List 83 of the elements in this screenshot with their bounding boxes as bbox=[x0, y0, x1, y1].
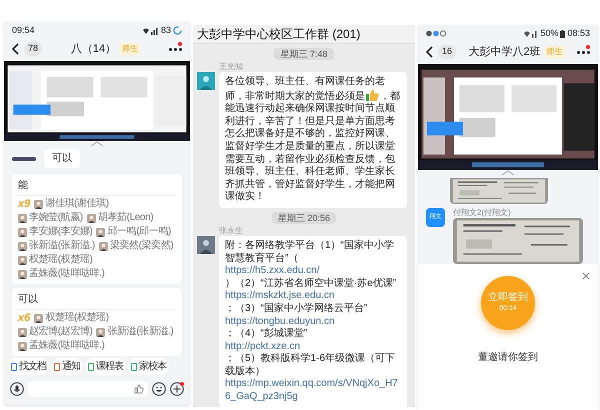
role-tag: 师生 bbox=[544, 46, 565, 58]
voter-name: 权楚瑶(权楚瑶) bbox=[29, 254, 92, 266]
voter-name: 胡孝茹(Leon) bbox=[98, 212, 154, 224]
action-icon bbox=[88, 362, 94, 370]
sender-name: 张永生 bbox=[219, 226, 244, 236]
avatar-image bbox=[197, 72, 215, 90]
message-text: ；（5）教科版科学1-6年级微课（可下载版本） bbox=[225, 353, 396, 378]
avatar-icon bbox=[98, 242, 108, 250]
back-icon[interactable] bbox=[12, 43, 20, 55]
battery-level: 50% bbox=[540, 26, 558, 40]
role-tag: 师生 bbox=[120, 43, 140, 55]
voter-name: 谢佳琪(谢佳琪) bbox=[45, 198, 109, 210]
add-icon[interactable] bbox=[170, 382, 184, 396]
avatar-icon bbox=[18, 256, 27, 264]
voter-name: 赵宏博(赵宏博) bbox=[29, 326, 92, 338]
link[interactable]: https://mskzkt.jse.edu.cn bbox=[225, 290, 401, 303]
voter-name: 权楚瑶(权楚瑶) bbox=[45, 312, 109, 324]
quick-action-button[interactable]: 课程表 bbox=[85, 358, 126, 375]
signal-icon bbox=[142, 26, 159, 34]
unread-count: 16 bbox=[438, 45, 456, 59]
status-time: 08:53 bbox=[567, 26, 590, 40]
back-icon[interactable] bbox=[426, 46, 434, 58]
unread-count: 78 bbox=[24, 42, 42, 56]
timestamp: 星期三 7:48 bbox=[274, 48, 334, 60]
voter-name: 梁奕然(梁奕然) bbox=[110, 240, 174, 252]
link[interactable]: http://pckt.xze.cn bbox=[225, 340, 401, 354]
avatar-image bbox=[197, 236, 215, 254]
message-text: 各位领导、班主任、有网课任务的老师，非常时期大家的觉悟必须是 ，都能迅速行动起来确保网课按时间节点顺利进行，辛苦了！但是只是单方面思考怎么把课备好是不够的，监控好网课、监督好学生才是质量的重点，所以课堂需要互动，若留作业必须检查反馈，包班领导、班主任、科任老师、学生家长齐抓共管，管好监督好学生，才能把网课做实！ bbox=[225, 76, 401, 204]
voter-name: 邱一鸣(邱一鸣) bbox=[107, 226, 171, 238]
poll-option: 能 bbox=[18, 178, 176, 196]
battery-level: 83 bbox=[160, 24, 171, 37]
message-text: ）（2）“江苏省名师空中课堂·苏e优课” bbox=[225, 278, 398, 290]
invite-text: 董邀请你签到 bbox=[478, 350, 538, 365]
app-icons bbox=[426, 30, 448, 37]
quick-action-button[interactable]: 通知 bbox=[51, 358, 83, 375]
loading-icon bbox=[173, 26, 182, 35]
action-icon bbox=[131, 362, 137, 370]
voter-name: 孟姝薇(哒咩哒咩.) bbox=[29, 268, 104, 280]
emoji-icon[interactable] bbox=[152, 382, 166, 396]
chat-title: 大彭中学八2班 bbox=[468, 44, 541, 60]
avatar-icon bbox=[18, 270, 27, 278]
message-text: 附：各网络教学平台（1）“国家中小学智慧教育平台”（ bbox=[225, 240, 395, 266]
chat-title: 八（14） bbox=[70, 42, 116, 57]
voter-name: 张新溢(张新溢.) bbox=[29, 240, 95, 252]
sender-name: 付翔文2(付翔文) bbox=[453, 208, 512, 218]
avatar-icon bbox=[18, 228, 27, 236]
avatar-icon bbox=[86, 214, 96, 222]
group-title: 大彭中学中心校区工作群 (201) bbox=[197, 26, 360, 43]
avatar-icon bbox=[96, 328, 106, 336]
timestamp: 星期三 20:56 bbox=[272, 212, 336, 224]
avatar-icon bbox=[18, 214, 27, 222]
vote-count: x9 bbox=[18, 198, 30, 210]
link[interactable]: https://tongbu.eduyun.cn bbox=[225, 316, 401, 328]
action-icon bbox=[11, 362, 17, 370]
voter-name: 孟姝薇(哒咩哒咩.) bbox=[29, 340, 104, 352]
microphone-icon[interactable] bbox=[10, 382, 24, 396]
voter-name: 张新溢(张新溢.) bbox=[107, 326, 174, 338]
status-time: 09:54 bbox=[12, 24, 35, 37]
message-input[interactable] bbox=[28, 381, 148, 397]
battery-icon bbox=[560, 30, 566, 38]
avatar-icon bbox=[34, 314, 44, 322]
link[interactable]: https://mp.weixin.qq.com/s/VNqjXo_H76_GaQ_pz3nj5g bbox=[225, 378, 401, 404]
voter-name: 李安娜(李安娜) bbox=[29, 226, 92, 238]
message-text: ；（3）“国家中小学网络云平台” bbox=[225, 302, 368, 316]
avatar-icon bbox=[18, 242, 27, 250]
avatar-icon bbox=[96, 228, 106, 236]
message-text: ；（4）“彭城课堂” bbox=[225, 328, 308, 341]
quick-action-button[interactable]: 家校本 bbox=[128, 358, 169, 375]
link[interactable]: https://h5.zxx.edu.cn/ bbox=[225, 265, 401, 278]
message-bubble: 可以 bbox=[44, 149, 80, 168]
quick-action-button[interactable]: 找文档 bbox=[8, 358, 49, 375]
thumbs-up-icon bbox=[366, 88, 379, 101]
avatar-icon bbox=[34, 200, 44, 208]
avatar-icon bbox=[18, 328, 27, 336]
close-icon[interactable] bbox=[582, 272, 590, 280]
avatar-icon bbox=[18, 342, 27, 350]
signal-icon bbox=[524, 30, 538, 38]
sender-name: 王光知 bbox=[219, 62, 244, 72]
action-icon bbox=[54, 362, 60, 370]
vote-count: x6 bbox=[18, 312, 30, 324]
poll-option: 可以 bbox=[18, 292, 176, 310]
voter-name: 李婉莹(航嬴) bbox=[29, 212, 83, 224]
thumbs-up-icon[interactable] bbox=[134, 384, 144, 394]
